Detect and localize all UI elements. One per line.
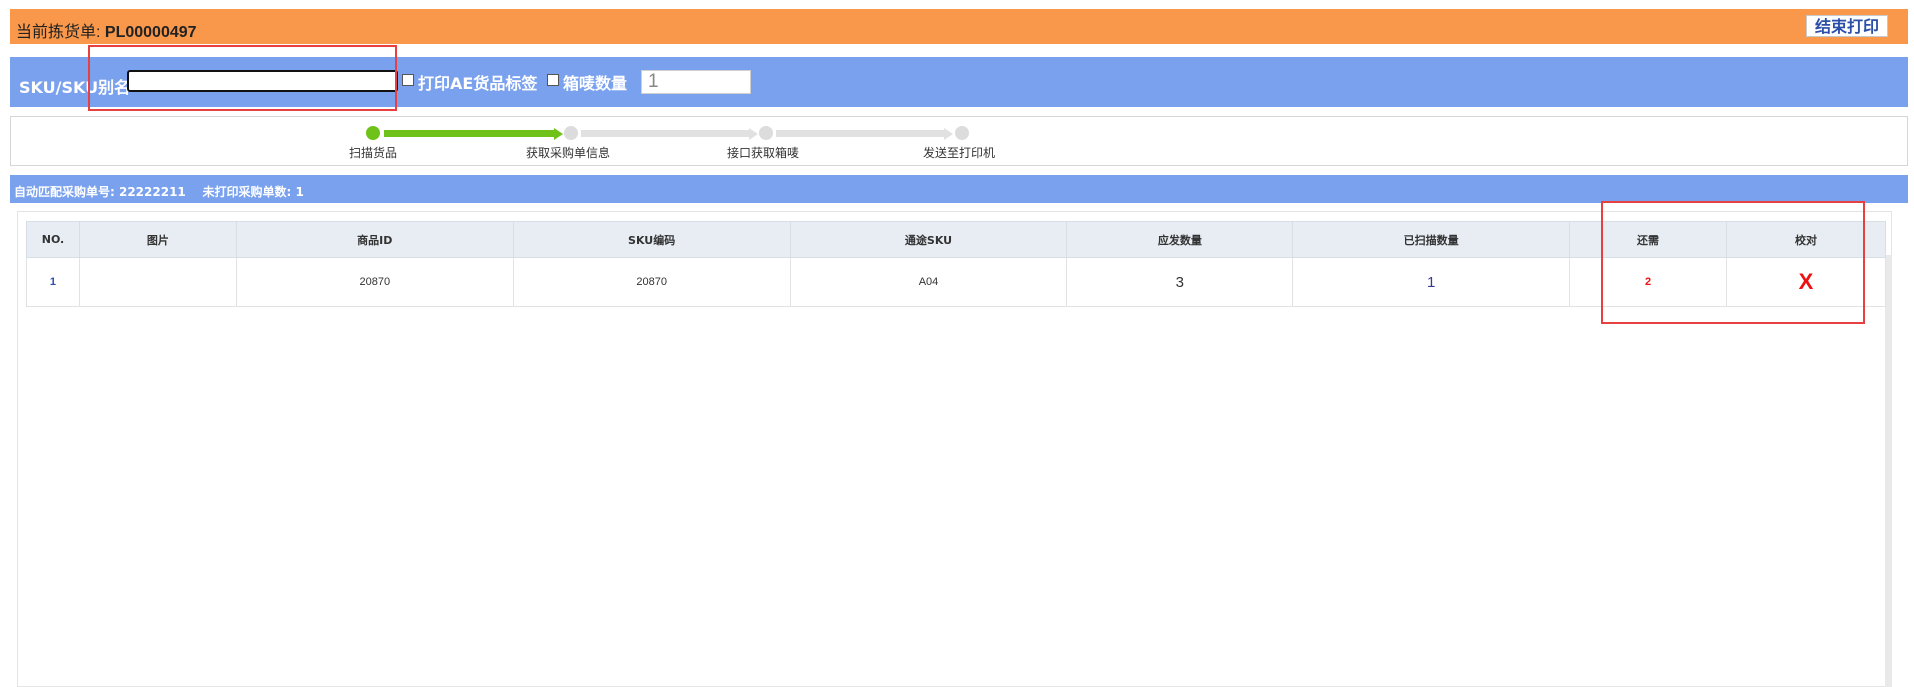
annotation-box-remaining (1601, 201, 1865, 324)
print-ae-label-text: 打印AE货品标签 (418, 74, 538, 93)
col-ship-qty: 应发数量 (1066, 221, 1294, 258)
picking-label: 当前拣货单: (16, 24, 105, 41)
box-qty-checkbox[interactable] (547, 74, 559, 86)
picking-header-bar: 当前拣货单: PL00000497 结束打印 (10, 9, 1908, 44)
step-line-1 (384, 130, 554, 137)
step-dot-2 (564, 126, 578, 140)
box-qty-label: 箱唛数量 (563, 74, 628, 93)
cell-sku-code: 20870 (512, 257, 791, 307)
step-label-3: 接口获取箱唛 (727, 146, 800, 160)
step-label-4: 发送至打印机 (923, 146, 996, 160)
step-arrow-2 (749, 128, 758, 140)
step-dot-4 (955, 126, 969, 140)
col-scanned-qty: 已扫描数量 (1292, 221, 1571, 258)
end-print-button[interactable]: 结束打印 (1805, 15, 1888, 37)
annotation-box-sku (88, 45, 397, 111)
cell-tongtu-sku: A04 (789, 257, 1068, 307)
step-dot-1 (366, 126, 380, 140)
cell-product-id: 20870 (235, 257, 514, 307)
print-ae-label-checkbox[interactable] (402, 74, 414, 86)
col-product-id: 商品ID (235, 221, 514, 258)
step-label-2: 获取采购单信息 (526, 146, 611, 160)
step-arrow-3 (944, 128, 953, 140)
step-line-3 (776, 130, 944, 137)
cell-scanned-qty: 1 (1292, 257, 1571, 307)
cell-image (78, 257, 237, 307)
step-label-1: 扫描货品 (349, 146, 398, 160)
cell-ship-qty: 3 (1066, 257, 1294, 307)
col-no: NO. (26, 221, 80, 258)
step-line-2 (581, 130, 749, 137)
box-qty-input[interactable]: 1 (641, 70, 751, 94)
step-dot-3 (759, 126, 773, 140)
col-tongtu-sku: 通途SKU (789, 221, 1068, 258)
scrollbar[interactable] (1885, 255, 1892, 687)
cell-no: 1 (26, 257, 80, 307)
progress-steps: 扫描货品 获取采购单信息 接口获取箱唛 发送至打印机 (10, 116, 1908, 166)
col-image: 图片 (78, 221, 237, 258)
step-arrow-1 (554, 128, 563, 140)
picking-title: 当前拣货单: PL00000497 (16, 18, 197, 42)
info-text: 自动匹配采购单号: 22222211 未打印采购单数: 1 (14, 185, 304, 199)
col-sku-code: SKU编码 (512, 221, 791, 258)
info-bar: 自动匹配采购单号: 22222211 未打印采购单数: 1 (10, 175, 1908, 203)
picking-number: PL00000497 (104, 24, 197, 41)
